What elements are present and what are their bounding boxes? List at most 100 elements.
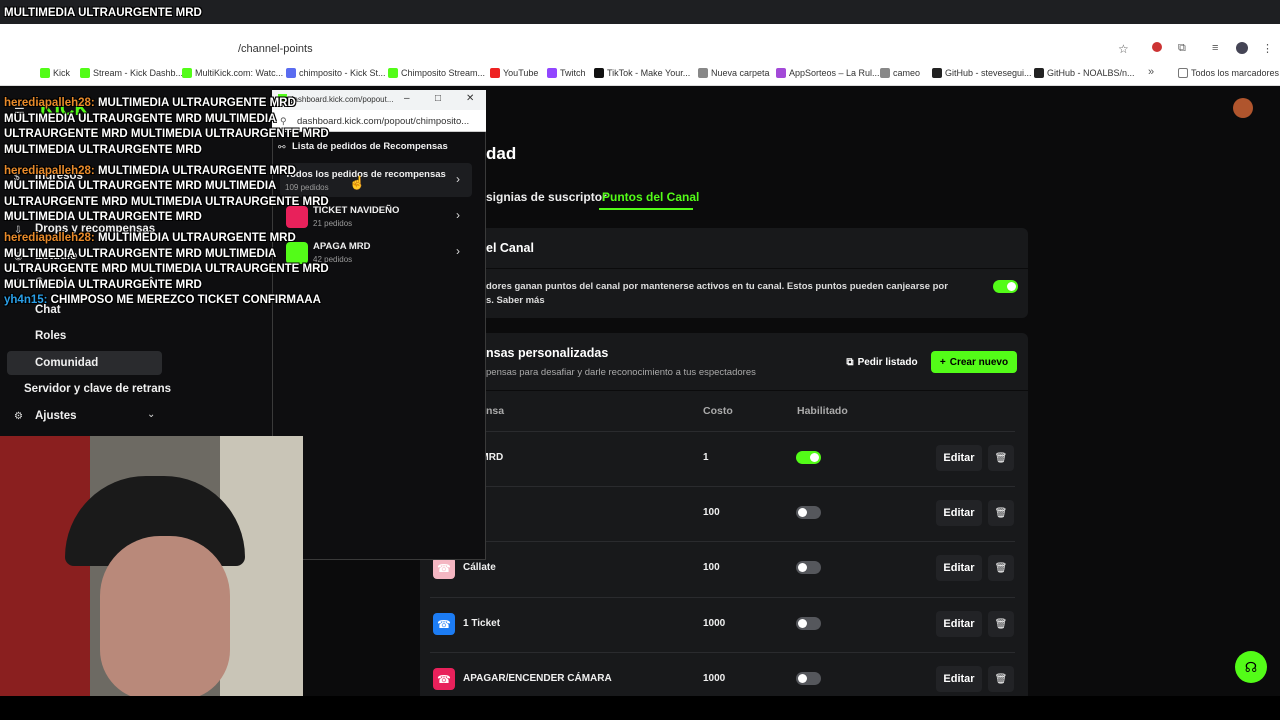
reward-enabled-toggle[interactable] <box>796 506 821 519</box>
bookmark-item[interactable]: AppSorteos – La Rul... <box>776 68 880 78</box>
channel-desc-line2[interactable]: s. Saber más <box>486 295 545 306</box>
trash-icon[interactable]: 🗑 <box>988 445 1014 471</box>
bookmark-item[interactable]: Kick <box>40 68 70 78</box>
minimize-icon[interactable]: – <box>404 93 410 104</box>
edit-button[interactable]: Editar <box>936 555 982 581</box>
bookmark-favicon-icon <box>880 68 890 78</box>
reward-enabled-toggle[interactable] <box>796 672 821 685</box>
bookmark-item[interactable]: YouTube <box>490 68 538 78</box>
bookmark-item[interactable]: Twitch <box>547 68 586 78</box>
reward-name: 1 Ticket <box>463 618 501 629</box>
reward-icon: ☎ <box>433 557 455 579</box>
popout-address[interactable]: dashboard.kick.com/popout/chimposito... <box>297 116 469 127</box>
puzzle-icon[interactable]: ⧉ <box>1178 42 1186 55</box>
divider <box>430 652 1015 653</box>
star-icon[interactable]: ☆ <box>1118 42 1129 56</box>
channel-points-toggle[interactable] <box>993 280 1018 293</box>
user-avatar[interactable] <box>1233 98 1253 118</box>
profile-avatar[interactable] <box>1236 42 1248 54</box>
edit-button[interactable]: Editar <box>936 445 982 471</box>
chat-message: MULTIMEDIA ULTRAURGENTE MRD MULTIMEDIA <box>4 247 277 260</box>
request-list-button[interactable]: ⧉ Pedir listado <box>839 351 925 373</box>
chat-message: herediapalleh28: MULTIMEDIA ULTRAURGENTE… <box>4 164 296 180</box>
tab-channel-points[interactable]: Puntos del Canal <box>602 190 699 204</box>
reward-enabled-toggle[interactable] <box>796 617 821 630</box>
chat-text: MULTIMEDIA ULTRAURGENTE MRD <box>97 97 296 109</box>
bookmark-favicon-icon <box>182 68 192 78</box>
chat-username: herediapalleh28: <box>4 97 95 109</box>
chevron-right-icon[interactable]: › <box>456 172 460 186</box>
divider <box>420 390 1028 391</box>
tab-subscriber-badges[interactable]: signias de suscriptor <box>486 190 607 204</box>
bookmark-item[interactable]: Chimposito Stream... <box>388 68 485 78</box>
chat-message: ULTRAURGENTE MRD MULTIMEDIA ULTRAURGENTE… <box>4 263 329 275</box>
reward-icon: ☎ <box>433 613 455 635</box>
sidebar-item-comunidad[interactable]: Comunidad <box>35 357 98 369</box>
popout-item-count: 21 pedidos <box>313 219 353 228</box>
reward-icon: ☎ <box>433 668 455 690</box>
address-url[interactable]: /channel-points <box>238 43 313 55</box>
chevron-right-icon[interactable]: › <box>456 244 460 258</box>
popout-item-all[interactable]: Todos los pedidos de recompensas <box>285 169 446 180</box>
bookmark-item[interactable]: chimposito - Kick St... <box>286 68 386 78</box>
bookmark-item[interactable]: MultiKick.com: Watc... <box>182 68 283 78</box>
taskbar <box>0 696 1280 720</box>
col-header-enabled: Habilitado <box>797 405 848 417</box>
support-icon[interactable]: ☊ <box>1235 651 1267 683</box>
reward-cost: 1000 <box>703 673 726 684</box>
rewards-title: nsas personalizadas <box>486 346 609 360</box>
site-info-icon[interactable]: ⚲ <box>280 116 287 127</box>
chat-message: MULTIMEDIA ULTRAURGENTE MRD <box>4 278 202 291</box>
plus-icon: + <box>939 356 946 368</box>
extension-icon[interactable] <box>1152 42 1162 52</box>
external-link-icon: ⧉ <box>846 356 854 368</box>
create-new-button[interactable]: + Crear nuevo <box>931 351 1017 373</box>
trash-icon[interactable]: 🗑 <box>988 555 1014 581</box>
bookmark-favicon-icon <box>594 68 604 78</box>
chevron-down-icon[interactable]: ⌄ <box>147 409 155 420</box>
rewards-subtitle: pensas para desafiar y darle reconocimie… <box>486 367 756 378</box>
reward-cost: 100 <box>703 562 720 573</box>
maximize-icon[interactable]: □ <box>435 93 441 104</box>
bookmark-favicon-icon <box>286 68 296 78</box>
bookmark-item[interactable]: Nueva carpeta <box>698 68 770 78</box>
all-bookmarks[interactable]: Todos los marcadores <box>1178 68 1279 78</box>
channel-section-title: el Canal <box>486 241 534 255</box>
browser-toolbar <box>0 24 1280 38</box>
chat-username: yh4n15: <box>4 294 48 306</box>
bookmark-item[interactable]: GitHub - stevesegui... <box>932 68 1032 78</box>
popout-window <box>272 90 486 560</box>
edit-button[interactable]: Editar <box>936 611 982 637</box>
bookmark-favicon-icon <box>490 68 500 78</box>
reward-enabled-toggle[interactable] <box>796 451 821 464</box>
reward-enabled-toggle[interactable] <box>796 561 821 574</box>
sidebar-item-ajustes[interactable]: Ajustes <box>35 410 77 422</box>
reward-name: Cállate <box>463 562 496 573</box>
address-bar[interactable] <box>0 38 1280 62</box>
trash-icon[interactable]: 🗑 <box>988 666 1014 692</box>
chat-message: ULTRAURGENTE MRD MULTIMEDIA ULTRAURGENTE… <box>4 195 329 208</box>
page-title: dad <box>486 144 517 163</box>
media-icon[interactable]: ≡ <box>1212 42 1218 54</box>
close-icon[interactable]: ✕ <box>466 93 474 104</box>
bookmark-item[interactable]: Stream - Kick Dashb... <box>80 68 183 78</box>
trash-icon[interactable]: 🗑 <box>988 500 1014 526</box>
bookmark-item[interactable]: GitHub - NOALBS/n... <box>1034 68 1135 78</box>
chat-message: ULTRAURGENTE MRD MULTIMEDIA ULTRAURGENTE… <box>4 128 329 140</box>
col-header-cost: Costo <box>703 405 733 417</box>
bookmarks-overflow-icon[interactable]: » <box>1148 66 1154 78</box>
bookmark-item[interactable]: TikTok - Make Your... <box>594 68 690 78</box>
trash-icon[interactable]: 🗑 <box>988 611 1014 637</box>
bookmark-item[interactable]: cameo <box>880 68 920 78</box>
edit-button[interactable]: Editar <box>936 666 982 692</box>
chat-message: MULTIMEDIA ULTRAURGENTE MRD MULTIMEDIA <box>4 180 277 192</box>
sidebar-item-roles[interactable]: Roles <box>35 330 66 342</box>
edit-button[interactable]: Editar <box>936 500 982 526</box>
divider <box>430 597 1015 598</box>
popout-item-apaga[interactable]: APAGA MRD <box>313 241 371 252</box>
divider <box>420 268 1028 269</box>
browser-menu-icon[interactable]: ⋮ <box>1262 42 1273 55</box>
sidebar-item-servidor[interactable]: Servidor y clave de retrans <box>24 383 171 395</box>
chevron-right-icon[interactable]: › <box>456 208 460 222</box>
popout-header: Lista de pedidos de Recompensas <box>292 141 448 152</box>
